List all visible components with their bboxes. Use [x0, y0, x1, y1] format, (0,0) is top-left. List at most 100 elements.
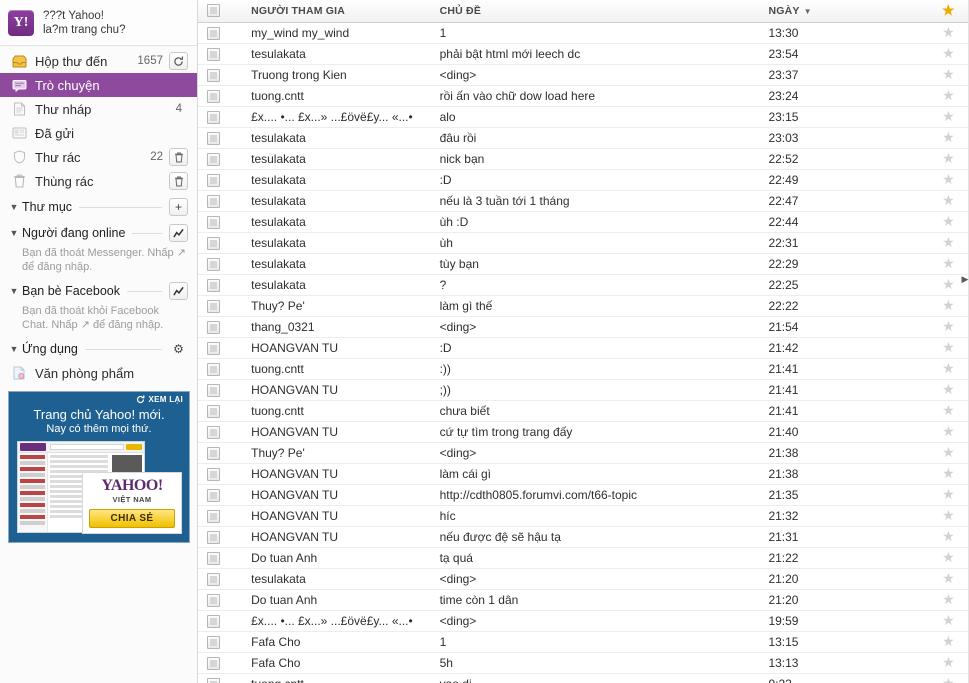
table-row[interactable]: Do tuan Anh time còn 1 dân 21:20 ★: [198, 589, 969, 611]
row-star-cell[interactable]: ★: [927, 484, 969, 506]
section-folders[interactable]: ▼ Thư mục +: [0, 195, 197, 219]
row-checkbox[interactable]: [207, 404, 220, 418]
row-checkbox-cell[interactable]: [198, 442, 243, 464]
column-header-subject[interactable]: CHỦ ĐỀ: [430, 0, 760, 23]
row-star-cell[interactable]: ★: [927, 505, 969, 527]
row-checkbox-cell[interactable]: [198, 610, 243, 632]
row-checkbox-cell[interactable]: [198, 43, 243, 65]
row-checkbox[interactable]: [207, 341, 220, 355]
row-checkbox-cell[interactable]: [198, 337, 243, 359]
star-icon[interactable]: ★: [942, 255, 955, 271]
row-checkbox-cell[interactable]: [198, 190, 243, 212]
row-checkbox[interactable]: [207, 530, 220, 544]
table-row[interactable]: tesulakata ùh :D 22:44 ★: [198, 211, 969, 233]
row-star-cell[interactable]: ★: [927, 631, 969, 653]
table-row[interactable]: Fafa Cho 5h 13:13 ★: [198, 652, 969, 674]
row-star-cell[interactable]: ★: [927, 127, 969, 149]
row-checkbox[interactable]: [207, 68, 220, 82]
row-checkbox-cell[interactable]: [198, 526, 243, 548]
star-icon[interactable]: ★: [942, 486, 955, 502]
table-row[interactable]: HOANGVAN TU cứ tự tìm trong trang đấy 21:4…: [198, 421, 969, 443]
row-star-cell[interactable]: ★: [927, 589, 969, 611]
star-icon[interactable]: ★: [942, 591, 955, 607]
row-checkbox-cell[interactable]: [198, 568, 243, 590]
row-checkbox[interactable]: [207, 89, 220, 103]
row-checkbox[interactable]: [207, 614, 220, 628]
table-row[interactable]: tuong.cntt rồi ấn vào chữ dow load here 23…: [198, 85, 969, 107]
row-checkbox-cell[interactable]: [198, 505, 243, 527]
row-star-cell[interactable]: ★: [927, 211, 969, 233]
row-star-cell[interactable]: ★: [927, 106, 969, 128]
row-star-cell[interactable]: ★: [927, 22, 969, 44]
row-star-cell[interactable]: ★: [927, 610, 969, 632]
table-row[interactable]: Thuy? Pe' làm gì thế 22:22 ★: [198, 295, 969, 317]
sidebar-item-drafts[interactable]: Thư nháp 4: [0, 97, 197, 121]
table-row[interactable]: tesulakata đâu rồi 23:03 ★: [198, 127, 969, 149]
row-checkbox-cell[interactable]: [198, 484, 243, 506]
star-icon[interactable]: ★: [942, 234, 955, 250]
row-checkbox[interactable]: [207, 467, 220, 481]
star-icon[interactable]: ★: [942, 528, 955, 544]
column-header-participants[interactable]: NGƯỜI THAM GIA: [242, 0, 431, 23]
row-checkbox[interactable]: [207, 677, 220, 683]
select-all-header[interactable]: [198, 0, 243, 23]
star-icon[interactable]: ★: [942, 297, 955, 313]
row-checkbox[interactable]: [207, 278, 220, 292]
brand-header[interactable]: Y! ???t Yahoo! la?m trang chu?: [0, 0, 197, 46]
star-icon[interactable]: ★: [942, 423, 955, 439]
row-checkbox[interactable]: [207, 551, 220, 565]
row-checkbox[interactable]: [207, 215, 220, 229]
star-icon[interactable]: ★: [942, 654, 955, 670]
row-checkbox[interactable]: [207, 152, 220, 166]
table-row[interactable]: tuong.cntt:)) 21:41 ★: [198, 358, 969, 380]
sidebar-item-sent[interactable]: Đã gửi: [0, 121, 197, 145]
table-row[interactable]: tesulakata nick bạn 22:52 ★: [198, 148, 969, 170]
table-row[interactable]: tesulakata ùh 22:31 ★: [198, 232, 969, 254]
section-online-people[interactable]: ▼ Người đang online: [0, 221, 197, 245]
star-icon[interactable]: ★: [942, 465, 955, 481]
row-checkbox-cell[interactable]: [198, 673, 243, 683]
table-row[interactable]: Truong trong Kien <ding> 23:37 ★: [198, 64, 969, 86]
star-icon[interactable]: ★: [942, 129, 955, 145]
expand-panel-arrow-icon[interactable]: ▶: [961, 272, 969, 286]
table-row[interactable]: tesulakata <ding> 21:20 ★: [198, 568, 969, 590]
star-icon[interactable]: ★: [942, 24, 955, 40]
row-checkbox-cell[interactable]: [198, 106, 243, 128]
star-icon[interactable]: ★: [942, 444, 955, 460]
star-icon[interactable]: ★: [942, 108, 955, 124]
table-row[interactable]: tesulakata:D 22:49 ★: [198, 169, 969, 191]
star-icon[interactable]: ★: [942, 381, 955, 397]
row-checkbox[interactable]: [207, 593, 220, 607]
row-star-cell[interactable]: ★: [927, 169, 969, 191]
row-star-cell[interactable]: ★: [927, 64, 969, 86]
row-checkbox-cell[interactable]: [198, 232, 243, 254]
row-star-cell[interactable]: ★: [927, 673, 969, 683]
table-row[interactable]: tesulakata tùy bạn 22:29 ★: [198, 253, 969, 275]
row-star-cell[interactable]: ★: [927, 190, 969, 212]
row-checkbox-cell[interactable]: [198, 85, 243, 107]
row-checkbox[interactable]: [207, 173, 220, 187]
row-checkbox[interactable]: [207, 257, 220, 271]
table-row[interactable]: tuong.cntt chưa biết 21:41 ★: [198, 400, 969, 422]
refresh-icon[interactable]: [169, 52, 188, 70]
star-icon[interactable]: ★: [942, 549, 955, 565]
star-icon[interactable]: ★: [942, 570, 955, 586]
row-checkbox[interactable]: [207, 362, 220, 376]
sidebar-item-chat[interactable]: Trò chuyện: [0, 73, 197, 97]
row-checkbox[interactable]: [207, 236, 220, 250]
table-row[interactable]: £x.... •... £x...» ...£övë£y... «...• <di…: [198, 610, 969, 632]
star-icon[interactable]: ★: [942, 66, 955, 82]
row-checkbox[interactable]: [207, 656, 220, 670]
ad-replay-control[interactable]: XEM LẠI: [136, 395, 183, 404]
row-star-cell[interactable]: ★: [927, 421, 969, 443]
row-star-cell[interactable]: ★: [927, 400, 969, 422]
row-star-cell[interactable]: ★: [927, 463, 969, 485]
table-row[interactable]: HOANGVAN TU nếu được đệ sẽ hậu tạ 21:31 ★: [198, 526, 969, 548]
row-star-cell[interactable]: ★: [927, 652, 969, 674]
star-icon[interactable]: ★: [942, 633, 955, 649]
row-star-cell[interactable]: ★: [927, 253, 969, 275]
star-icon[interactable]: ★: [942, 192, 955, 208]
row-checkbox[interactable]: [207, 509, 220, 523]
table-row[interactable]: HOANGVAN TU;)) 21:41 ★: [198, 379, 969, 401]
ad-share-button[interactable]: CHIA SẺ: [89, 509, 175, 528]
